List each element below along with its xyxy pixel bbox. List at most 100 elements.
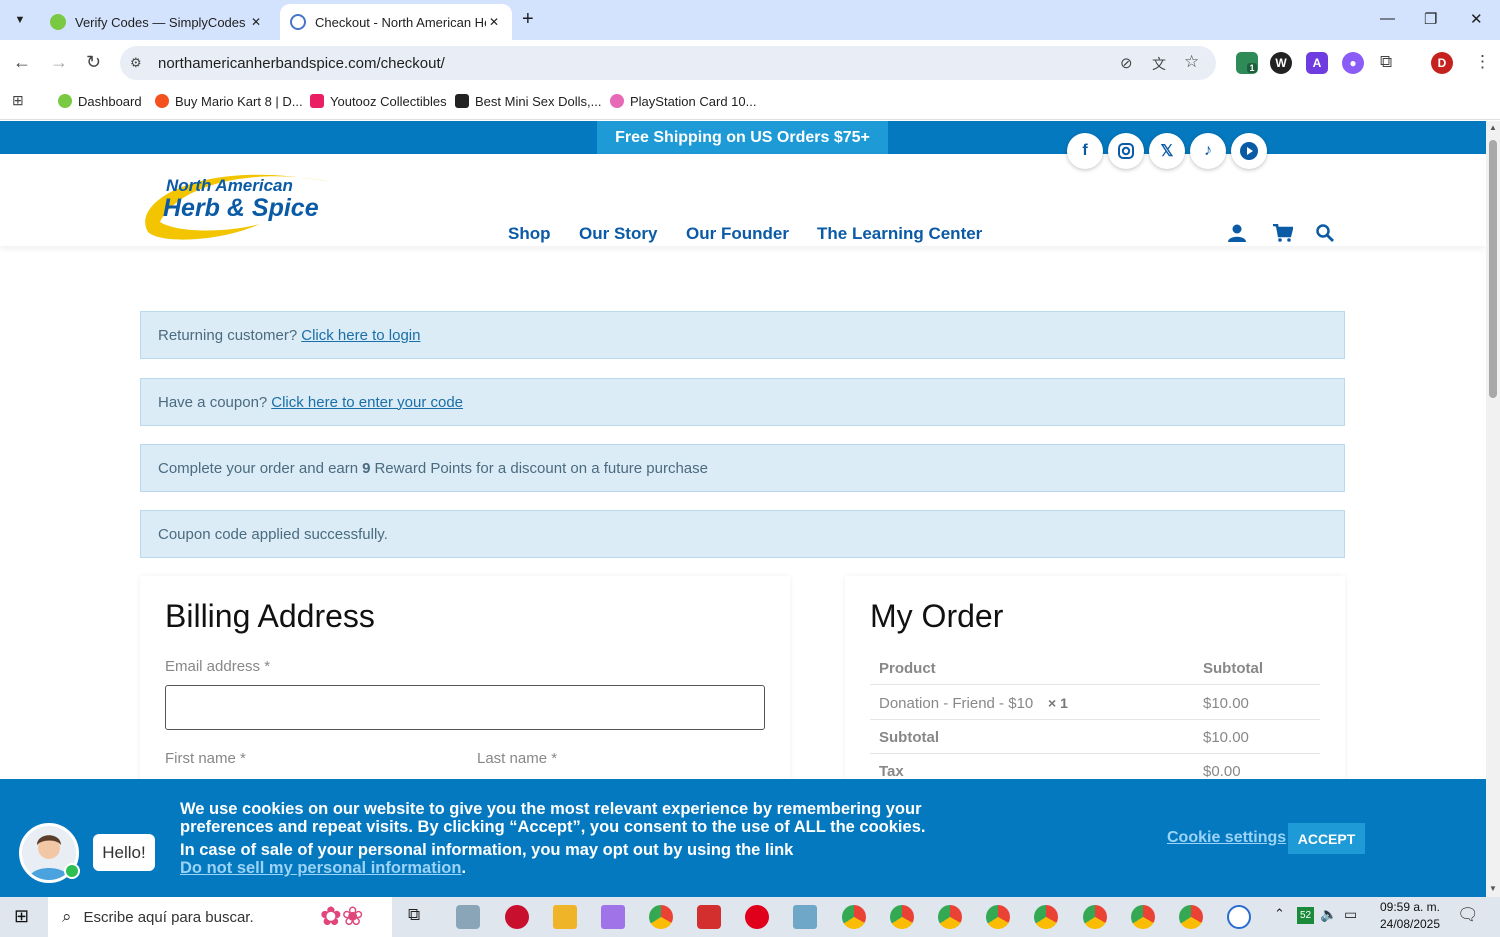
- subtotal-label: Subtotal: [879, 729, 939, 746]
- bookmark-label: Best Mini Sex Dolls,...: [475, 93, 602, 109]
- file-explorer-icon[interactable]: [553, 905, 577, 929]
- bookmark-youtooz[interactable]: Youtooz Collectibles: [310, 92, 447, 110]
- site-logo[interactable]: North American Herb & Spice: [140, 162, 332, 240]
- nav-our-story[interactable]: Our Story: [579, 224, 657, 244]
- extension-purple-icon[interactable]: ●: [1342, 52, 1364, 74]
- taskbar-app-icon[interactable]: [505, 905, 529, 929]
- clock-date: 24/08/2025: [1379, 917, 1441, 931]
- chrome-profile-icon[interactable]: [1034, 905, 1058, 929]
- bookmark-playstation[interactable]: PlayStation Card 10...: [610, 92, 756, 110]
- minimize-icon[interactable]: —: [1380, 10, 1395, 27]
- nav-our-founder[interactable]: Our Founder: [686, 224, 789, 244]
- site-info-icon[interactable]: ⚙: [130, 55, 142, 71]
- returning-customer-notice: Returning customer? Click here to login: [140, 311, 1345, 359]
- tray-app-icon[interactable]: 52: [1297, 907, 1314, 924]
- forward-icon[interactable]: →: [50, 52, 68, 73]
- back-icon[interactable]: ←: [13, 52, 31, 73]
- nav-learning-center[interactable]: The Learning Center: [817, 224, 982, 244]
- tiktok-icon[interactable]: ♪: [1190, 133, 1226, 169]
- do-not-sell-link[interactable]: Do not sell my personal information: [180, 859, 461, 877]
- bookmark-label: Dashboard: [78, 93, 142, 109]
- extensions-puzzle-icon[interactable]: ⧉: [1380, 52, 1392, 72]
- email-field[interactable]: [165, 685, 765, 730]
- chrome-icon[interactable]: [649, 905, 673, 929]
- scroll-up-icon[interactable]: ▲: [1489, 123, 1497, 132]
- volume-icon[interactable]: 🔈: [1320, 906, 1337, 923]
- instagram-icon[interactable]: [1108, 133, 1144, 169]
- chrome-profile-icon[interactable]: [938, 905, 962, 929]
- extension-a-icon[interactable]: A: [1306, 52, 1328, 74]
- url-text[interactable]: northamericanherbandspice.com/checkout/: [158, 55, 445, 72]
- subtotal-value: $10.00: [1203, 729, 1249, 746]
- nd-favicon-icon: [455, 94, 469, 108]
- tab-search-button[interactable]: ▼: [8, 8, 32, 32]
- opera-icon[interactable]: [745, 905, 769, 929]
- tray-chevron-up-icon[interactable]: ⌃: [1274, 906, 1285, 922]
- close-icon[interactable]: ✕: [486, 15, 502, 29]
- reload-icon[interactable]: ↻: [86, 52, 101, 73]
- taskbar-app-icon[interactable]: [793, 905, 817, 929]
- scroll-down-icon[interactable]: ▼: [1489, 884, 1497, 893]
- taskbar-app-icon[interactable]: [697, 905, 721, 929]
- cookie-settings-link[interactable]: Cookie settings: [1167, 829, 1286, 847]
- extension-w-icon[interactable]: W: [1270, 52, 1292, 74]
- required-mark: *: [264, 658, 271, 675]
- new-tab-icon[interactable]: +: [522, 8, 534, 31]
- translate-icon[interactable]: 文: [1152, 54, 1166, 74]
- simplycodes-favicon-icon: [50, 14, 66, 30]
- order-header-row: Product Subtotal: [870, 651, 1320, 685]
- restore-icon[interactable]: ❐: [1424, 10, 1437, 28]
- chrome-profile-icon[interactable]: [986, 905, 1010, 929]
- extension-icon[interactable]: 1: [1236, 52, 1258, 74]
- notice-text: Complete your order and earn: [158, 459, 359, 477]
- coupon-applied-notice: Coupon code applied successfully.: [140, 510, 1345, 558]
- menu-kebab-icon[interactable]: ⋮: [1474, 52, 1491, 72]
- tab-verify-codes[interactable]: Verify Codes — SimplyCodes ✕: [40, 4, 274, 40]
- bookmark-star-icon[interactable]: ☆: [1184, 52, 1199, 72]
- taskbar-app-icon[interactable]: [456, 905, 480, 929]
- tracking-blocked-icon[interactable]: ⊘: [1120, 54, 1133, 72]
- account-icon[interactable]: [1228, 224, 1246, 247]
- chat-greeting-bubble[interactable]: Hello!: [93, 834, 155, 871]
- facebook-icon[interactable]: f: [1067, 133, 1103, 169]
- bookmark-mario-kart[interactable]: Buy Mario Kart 8 | D...: [155, 92, 303, 110]
- chrome-profile-icon[interactable]: [1131, 905, 1155, 929]
- tab-checkout[interactable]: Checkout - North American Herb ✕: [280, 4, 512, 40]
- bookmark-mini-dolls[interactable]: Best Mini Sex Dolls,...: [455, 92, 601, 110]
- cookie-text: We use cookies on our website to give yo…: [180, 800, 1000, 877]
- chrome-profile-icon[interactable]: [842, 905, 866, 929]
- notice-text: Coupon code applied successfully.: [158, 525, 388, 543]
- clock-app-icon[interactable]: [1227, 905, 1251, 929]
- cookie-line1: We use cookies on our website to give yo…: [180, 800, 926, 836]
- notifications-icon[interactable]: 🗨: [1457, 905, 1479, 925]
- search-icon[interactable]: [1316, 224, 1334, 247]
- notice-text: Returning customer?: [158, 326, 298, 344]
- scrollbar-thumb[interactable]: [1489, 140, 1497, 398]
- bookmark-dashboard[interactable]: Dashboard: [58, 92, 142, 110]
- tab-title: Verify Codes — SimplyCodes: [75, 14, 246, 30]
- order-subtotal-row: Subtotal $10.00: [870, 720, 1320, 754]
- g2a-favicon-icon: [155, 94, 169, 108]
- taskbar-app-icon[interactable]: [601, 905, 625, 929]
- enter-coupon-link[interactable]: Click here to enter your code: [271, 394, 463, 411]
- accept-button[interactable]: ACCEPT: [1288, 823, 1365, 854]
- windows-start-icon[interactable]: ⊞: [14, 906, 29, 927]
- window-close-icon[interactable]: ✕: [1470, 10, 1483, 28]
- cart-icon[interactable]: [1273, 223, 1294, 247]
- apps-grid-icon[interactable]: ⊞: [12, 92, 24, 109]
- task-view-icon[interactable]: ⧉: [408, 905, 420, 925]
- taskbar-search[interactable]: ⌕ Escribe aquí para buscar. ✿❀: [48, 897, 392, 937]
- cookie-line2: In case of sale of your personal informa…: [180, 841, 794, 859]
- shipping-banner[interactable]: Free Shipping on US Orders $75+: [597, 121, 888, 154]
- chrome-profile-icon[interactable]: [1179, 905, 1203, 929]
- x-icon[interactable]: 𝕏: [1149, 133, 1185, 169]
- login-link[interactable]: Click here to login: [301, 327, 420, 344]
- close-icon[interactable]: ✕: [248, 15, 264, 29]
- chrome-profile-icon[interactable]: [890, 905, 914, 929]
- nav-shop[interactable]: Shop: [508, 224, 551, 244]
- chrome-profile-icon[interactable]: [1083, 905, 1107, 929]
- network-icon[interactable]: ▭: [1344, 906, 1357, 923]
- taskbar-clock[interactable]: 09:59 a. m. 24/08/2025: [1370, 899, 1450, 933]
- profile-avatar[interactable]: D: [1431, 52, 1453, 74]
- youtube-icon[interactable]: [1231, 133, 1267, 169]
